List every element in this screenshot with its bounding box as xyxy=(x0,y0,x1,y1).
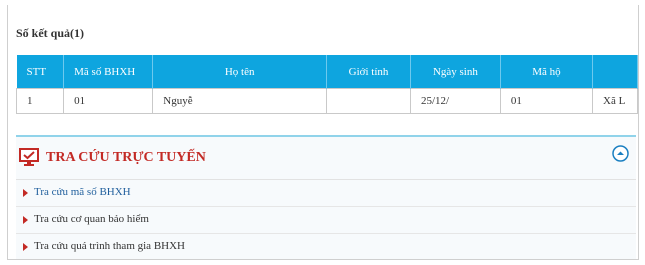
monitor-check-icon xyxy=(19,148,39,171)
results-table: STT Mã số BHXH Họ tên Giới tính Ngày sin… xyxy=(15,55,638,114)
link-lookup-participation-history[interactable]: Tra cứu quá trình tham gia BHXH xyxy=(16,234,636,259)
cell-birth-date: 25/12/ xyxy=(409,88,501,114)
col-birth-date: Ngày sinh xyxy=(410,55,501,89)
link-label[interactable]: Tra cứu cơ quan bảo hiểm xyxy=(34,213,149,225)
cell-bhxh-code: 01 xyxy=(63,88,154,114)
col-gender: Giới tính xyxy=(326,55,411,89)
link-lookup-bhxh-code[interactable]: Tra cứu mã số BHXH xyxy=(16,180,636,207)
cell-stt: 1 xyxy=(15,88,65,114)
col-full-name: Họ tên xyxy=(152,55,328,89)
search-results-frame: Số kết quả(1) STT Mã số BHXH Họ tên Giới… xyxy=(7,5,639,260)
cell-full-name-text: Nguyễ xyxy=(163,95,193,107)
col-address xyxy=(592,55,638,89)
cell-address: Xã L xyxy=(592,88,638,114)
online-lookup-panel: TRA CỨU TRỰC TUYẾN Tra cứu mã số BHXH Tr… xyxy=(16,135,636,259)
table-header-row: STT Mã số BHXH Họ tên Giới tính Ngày sin… xyxy=(16,55,638,89)
triangle-right-icon xyxy=(23,243,28,251)
link-label[interactable]: Tra cứu quá trình tham gia BHXH xyxy=(34,240,185,252)
chevron-up-circle-icon[interactable] xyxy=(612,145,629,167)
link-lookup-insurance-agency[interactable]: Tra cứu cơ quan bảo hiểm xyxy=(16,207,636,234)
col-household-code: Mã hộ xyxy=(500,55,594,89)
cell-gender xyxy=(326,88,411,114)
panel-title: TRA CỨU TRỰC TUYẾN xyxy=(46,150,206,165)
cell-full-name: Nguyễ xyxy=(152,88,328,114)
link-label[interactable]: Tra cứu mã số BHXH xyxy=(34,186,131,198)
triangle-right-icon xyxy=(23,216,28,224)
cell-household-code: 01 xyxy=(499,88,594,114)
result-count: Số kết quả(1) xyxy=(16,26,85,40)
table-row[interactable]: 1 01 Nguyễ 25/12/ 01 Xã L xyxy=(15,88,638,114)
cell-bhxh-code-text: 01 xyxy=(74,95,86,107)
panel-header: TRA CỨU TRỰC TUYẾN xyxy=(16,137,636,180)
col-bhxh-code: Mã số BHXH xyxy=(63,55,154,89)
triangle-right-icon xyxy=(23,189,28,197)
col-stt: STT xyxy=(16,55,65,89)
